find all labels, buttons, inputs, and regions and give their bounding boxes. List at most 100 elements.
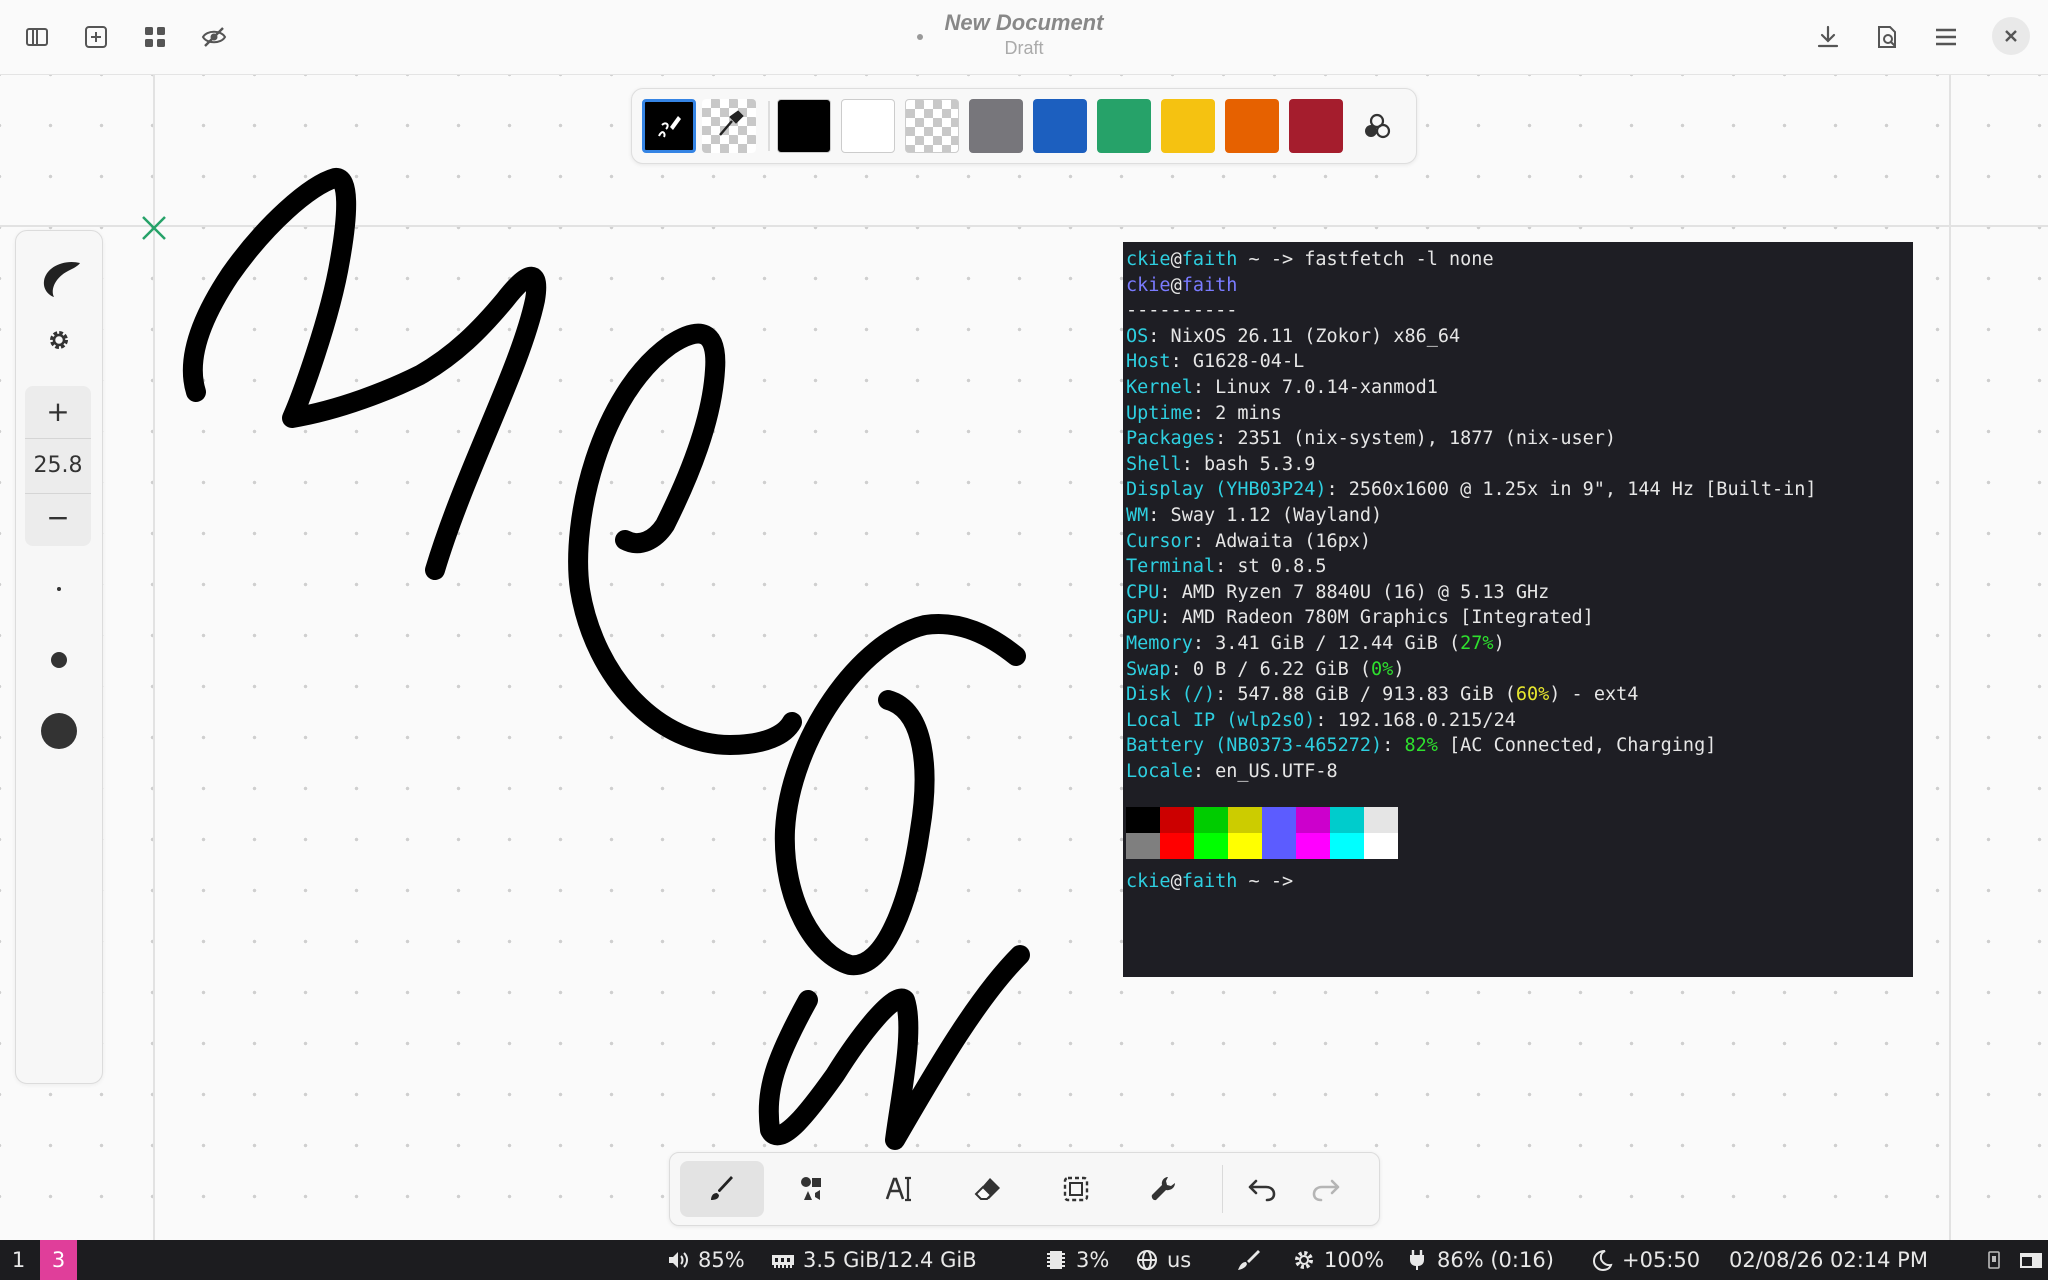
download-icon [1817, 25, 1839, 48]
terminal-color-block-cyan [1330, 807, 1364, 833]
volume-indicator[interactable]: 85% [666, 1240, 745, 1280]
cpu-indicator[interactable]: 3% [1044, 1240, 1109, 1280]
fetch-info-row: Display (YHB03P24): 2560x1600 @ 1.25x in… [1126, 479, 1817, 501]
pen-settings-button[interactable] [42, 323, 76, 357]
fetch-info-row: Memory: 3.41 GiB / 12.44 GiB (27%) [1126, 632, 1505, 654]
palette-divider [768, 101, 770, 151]
color-swatch-red[interactable] [1289, 99, 1343, 153]
workspace-3-button[interactable]: 3 [40, 1240, 77, 1280]
fetch-info-row: Battery (NB0373-465272): 82% [AC Connect… [1126, 735, 1717, 757]
stroke-size-large-button[interactable] [41, 713, 77, 749]
hamburger-menu-icon [1936, 28, 1956, 46]
document-title: New Document [944, 10, 1104, 35]
prompt-rest: ~ -> [1237, 871, 1305, 892]
fetch-info-row: WM: Sway 1.12 (Wayland) [1126, 504, 1383, 526]
color-swatch-green[interactable] [1097, 99, 1151, 153]
terminal-line: ckie@faith [1126, 274, 1238, 296]
brush-tool-button[interactable] [680, 1161, 764, 1217]
redo-button[interactable] [1294, 1161, 1358, 1217]
moon-icon [1592, 1250, 1613, 1272]
memory-indicator[interactable]: 3.5 GiB/12.4 GiB [771, 1240, 977, 1280]
battery-indicator[interactable]: 86% (0:16) [1405, 1240, 1554, 1280]
fetch-info-row: Packages: 2351 (nix-system), 1877 (nix-u… [1126, 428, 1617, 450]
undo-icon [1248, 1179, 1276, 1202]
stroke-size-small-button[interactable] [57, 587, 61, 591]
eraser-tool-button[interactable] [946, 1161, 1030, 1217]
color-swatch-orange[interactable] [1225, 99, 1279, 153]
fetch-user: ckie [1126, 274, 1171, 296]
toolbar-divider [1222, 1165, 1223, 1213]
terminal-color-block-bright-red [1160, 833, 1194, 859]
terminal-color-block-yellow [1228, 807, 1262, 833]
shapes-tool-button[interactable] [770, 1161, 854, 1217]
brightness-indicator[interactable]: 100% [1292, 1240, 1384, 1280]
tray-icon-1[interactable] [1986, 1240, 2010, 1280]
selection-tool-button[interactable] [1034, 1161, 1118, 1217]
eraser-icon [974, 1178, 1000, 1200]
fetch-info-row: Swap: 0 B / 6.22 GiB (0%) [1126, 658, 1405, 680]
pen-color-button[interactable] [642, 99, 696, 153]
redo-icon [1312, 1179, 1340, 1202]
cpu-icon [1047, 1251, 1065, 1269]
color-swatch-yellow[interactable] [1161, 99, 1215, 153]
memory-icon [772, 1255, 794, 1268]
fetch-info-row: CPU: AMD Ryzen 7 8840U (16) @ 5.13 GHz [1126, 581, 1550, 603]
clock-value: 02/08/26 02:14 PM [1729, 1248, 1928, 1272]
title-block: New Document Draft [0, 10, 2048, 59]
fetch-info-row: GPU: AMD Radeon 780M Graphics [Integrate… [1126, 607, 1594, 629]
terminal-color-block-magenta [1296, 807, 1330, 833]
terminal-line: ---------- [1126, 300, 1238, 322]
color-swatch-black[interactable] [777, 99, 831, 153]
spinner-divider [25, 438, 91, 439]
fetch-info-row: Kernel: Linux 7.0.14-xanmod1 [1126, 376, 1438, 398]
memory-value: 3.5 GiB/12.4 GiB [803, 1248, 977, 1272]
clock[interactable]: 02/08/26 02:14 PM [1729, 1240, 1928, 1280]
color-swatch-gray[interactable] [969, 99, 1023, 153]
color-swatch-transparent[interactable] [905, 99, 959, 153]
terminal-color-blocks [1126, 807, 1398, 859]
text-cursor-icon [885, 1176, 911, 1202]
pen-style-button[interactable] [34, 253, 84, 303]
custom-color-button[interactable] [1354, 103, 1400, 149]
brush-icon [711, 1176, 733, 1200]
color-swatch-white[interactable] [841, 99, 895, 153]
selection-icon [1063, 1176, 1089, 1202]
pen-tool-indicator[interactable] [1236, 1240, 1268, 1280]
fetch-info-row: Cursor: Adwaita (16px) [1126, 530, 1372, 552]
terminal-color-block-blue [1262, 807, 1296, 833]
color-swatch-blue[interactable] [1033, 99, 1087, 153]
volume-value: 85% [698, 1248, 745, 1272]
workspace-1-button[interactable]: 1 [0, 1240, 37, 1280]
fetch-info-list: OS: NixOS 26.11 (Zokor) x86_64 Host: G16… [1126, 324, 1913, 631]
terminal-color-block-bright-magenta [1296, 833, 1330, 859]
close-icon [2005, 30, 2017, 42]
color-palette [631, 88, 1417, 164]
prompt-host: faith [1181, 871, 1238, 892]
pen-color-icon [658, 116, 681, 138]
fetch-info-row: Local IP (wlp2s0): 192.168.0.215/24 [1126, 709, 1516, 731]
tray-icon-2[interactable] [2018, 1240, 2048, 1280]
timezone-offset-indicator[interactable]: +05:50 [1590, 1240, 1700, 1280]
header-bar: New Document Draft [0, 0, 2048, 75]
decrease-width-button[interactable]: − [25, 498, 91, 538]
fill-color-button[interactable] [702, 99, 756, 153]
tools-button[interactable] [1122, 1161, 1206, 1217]
plug-icon [1410, 1250, 1424, 1270]
terminal-screenshot: ckie@faith ~ -> fastfetch -l none ckie@f… [1123, 242, 1913, 977]
stroke-width-value[interactable]: 25.8 [25, 440, 91, 492]
increase-width-button[interactable]: + [25, 392, 91, 432]
close-button[interactable] [1992, 17, 2030, 55]
color-chooser-icon [1365, 113, 1391, 139]
undo-button[interactable] [1230, 1161, 1294, 1217]
terminal-color-block-white [1364, 807, 1398, 833]
timezone-offset-value: +05:50 [1622, 1248, 1701, 1272]
wrench-icon [1151, 1177, 1175, 1201]
main-menu-button[interactable] [1926, 17, 1966, 57]
save-button[interactable] [1867, 17, 1907, 57]
keyboard-layout-indicator[interactable]: us [1135, 1240, 1191, 1280]
stroke-size-medium-button[interactable] [51, 652, 67, 668]
text-tool-button[interactable] [858, 1161, 942, 1217]
export-button[interactable] [1808, 17, 1848, 57]
tools-toolbar [669, 1152, 1380, 1226]
terminal-line: ckie@faith ~ -> fastfetch -l none [1126, 249, 1494, 270]
